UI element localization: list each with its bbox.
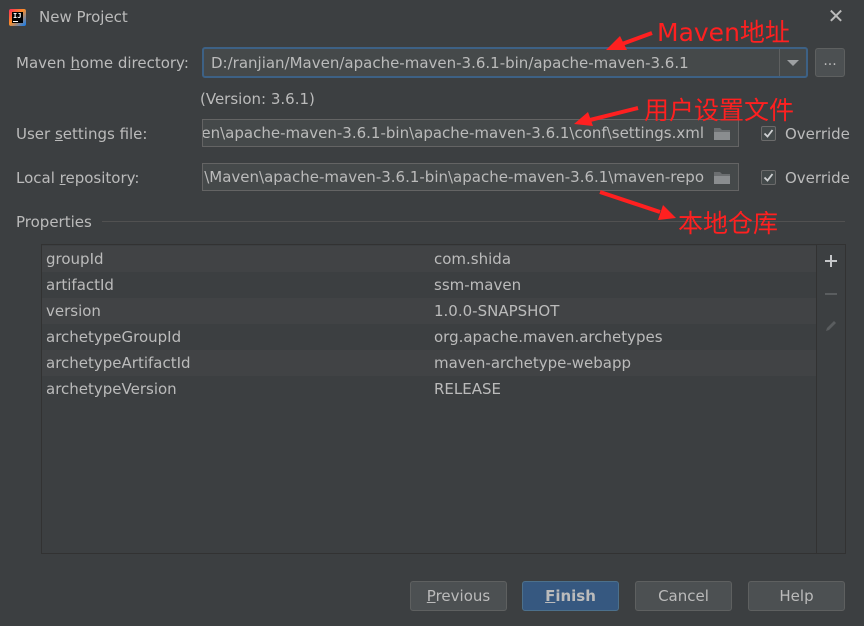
property-value[interactable]: RELEASE <box>434 380 501 398</box>
maven-home-value: D:/ranjian/Maven/apache-maven-3.6.1-bin/… <box>211 54 689 72</box>
arrow-head-icon <box>658 205 676 220</box>
local-repo-field[interactable]: D:\ranjian\Maven\apache-maven-3.6.1-bin\… <box>202 163 739 191</box>
edit-icon[interactable] <box>823 318 839 334</box>
annotation-maven-address: Maven地址 <box>657 18 790 47</box>
maven-version-text: (Version: 3.6.1) <box>200 90 315 108</box>
table-row[interactable]: artifactId ssm-maven <box>42 272 816 298</box>
previous-button[interactable]: Previous <box>410 581 507 611</box>
add-icon[interactable] <box>823 253 839 269</box>
table-row[interactable]: archetypeVersion RELEASE <box>42 376 816 402</box>
property-value[interactable]: com.shida <box>434 250 511 268</box>
close-button[interactable]: ✕ <box>826 6 846 26</box>
local-repo-override-label: Override <box>785 169 850 187</box>
intellij-logo-icon: IJ <box>9 9 26 26</box>
folder-icon[interactable] <box>713 127 731 141</box>
finish-button[interactable]: Finish <box>522 581 619 611</box>
annotation-user-settings: 用户设置文件 <box>644 96 795 125</box>
property-key: archetypeVersion <box>46 380 177 398</box>
property-key: groupId <box>46 250 104 268</box>
property-key: artifactId <box>46 276 114 294</box>
table-row[interactable]: archetypeGroupId org.apache.maven.archet… <box>42 324 816 350</box>
properties-toolbar <box>817 244 846 554</box>
properties-table[interactable]: groupId com.shida artifactId ssm-maven v… <box>41 244 817 554</box>
maven-home-combobox[interactable]: D:/ranjian/Maven/apache-maven-3.6.1-bin/… <box>202 47 808 78</box>
property-key: version <box>46 302 101 320</box>
property-value[interactable]: ssm-maven <box>434 276 521 294</box>
user-settings-value: D:\ranjian\Maven\apache-maven-3.6.1-bin\… <box>202 124 704 142</box>
checkmark-icon <box>763 129 774 138</box>
annotation-local-repo: 本地仓库 <box>678 209 779 238</box>
remove-icon[interactable] <box>823 286 839 302</box>
browse-button[interactable]: ... <box>815 48 845 77</box>
cancel-button[interactable]: Cancel <box>635 581 732 611</box>
folder-icon[interactable] <box>713 171 731 185</box>
table-row[interactable]: version 1.0.0-SNAPSHOT <box>42 298 816 324</box>
property-value[interactable]: 1.0.0-SNAPSHOT <box>434 302 559 320</box>
local-repo-value: D:\ranjian\Maven\apache-maven-3.6.1-bin\… <box>203 168 704 186</box>
properties-title: Properties <box>16 213 92 231</box>
local-repo-label: Local repository: <box>16 169 140 187</box>
window-title: New Project <box>39 8 128 26</box>
user-settings-label: User settings file: <box>16 125 148 143</box>
help-button[interactable]: Help <box>748 581 845 611</box>
property-value[interactable]: org.apache.maven.archetypes <box>434 328 663 346</box>
chevron-down-icon[interactable] <box>787 60 799 66</box>
checkmark-icon <box>763 173 774 182</box>
property-key: archetypeArtifactId <box>46 354 191 372</box>
local-repo-override-checkbox[interactable] <box>761 170 776 185</box>
table-row[interactable]: archetypeArtifactId maven-archetype-weba… <box>42 350 816 376</box>
property-value[interactable]: maven-archetype-webapp <box>434 354 631 372</box>
table-row[interactable]: groupId com.shida <box>42 246 816 272</box>
user-settings-override-checkbox[interactable] <box>761 126 776 141</box>
property-key: archetypeGroupId <box>46 328 182 346</box>
maven-home-label: Maven home directory: <box>16 54 189 72</box>
user-settings-override-label: Override <box>785 125 850 143</box>
